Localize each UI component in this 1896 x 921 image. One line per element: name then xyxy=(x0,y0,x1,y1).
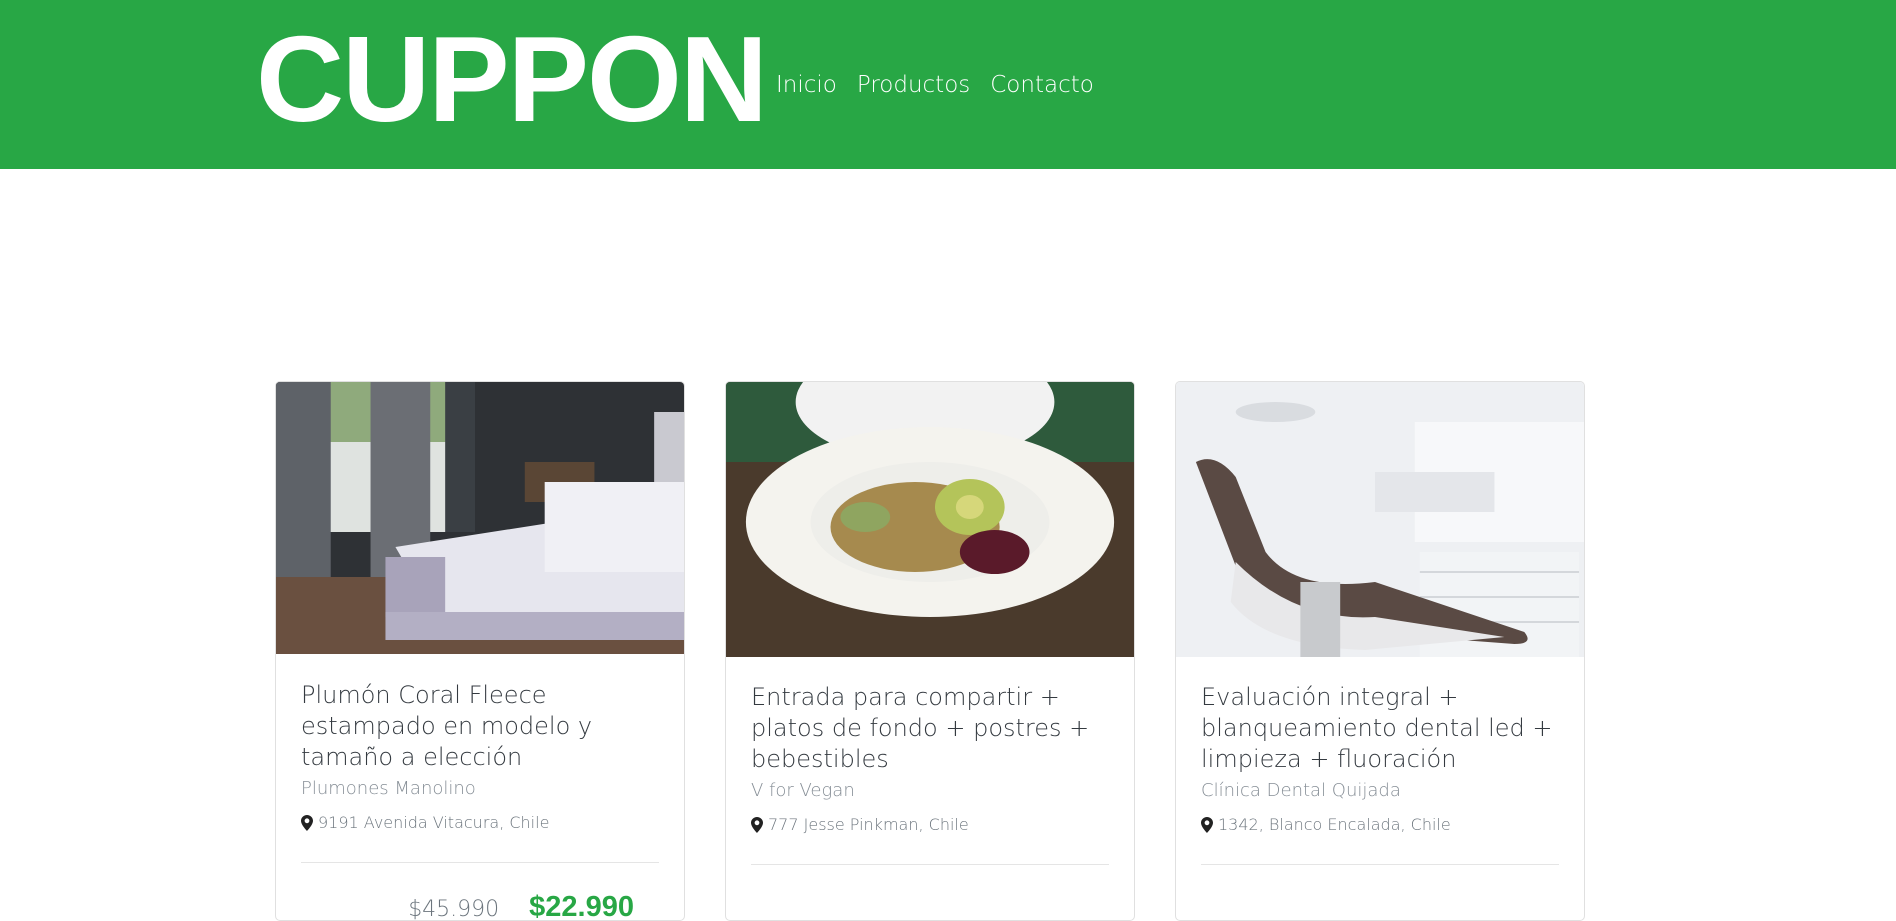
brand-logo[interactable]: CUPPON xyxy=(256,14,768,144)
product-title[interactable]: Evaluación integral + blanqueamiento den… xyxy=(1201,682,1559,775)
nav-link-productos[interactable]: Productos xyxy=(857,69,970,101)
product-image-food[interactable] xyxy=(726,382,1134,657)
map-pin-icon xyxy=(751,816,763,833)
card-divider xyxy=(751,864,1109,865)
food-photo xyxy=(726,382,1134,657)
site-header: CUPPON Inicio Productos Contacto xyxy=(0,0,1896,169)
product-card[interactable]: Plumón Coral Fleece estampado en modelo … xyxy=(275,381,685,921)
product-address: 777 Jesse Pinkman, Chile xyxy=(751,815,1109,834)
product-company: Plumones Manolino xyxy=(301,778,476,799)
dental-clinic-photo xyxy=(1176,382,1584,657)
map-pin-icon xyxy=(1201,816,1213,833)
product-title[interactable]: Entrada para compartir + platos de fondo… xyxy=(751,682,1109,775)
map-pin-icon xyxy=(301,814,313,831)
bedroom-photo xyxy=(276,382,684,654)
old-price: $45.990 xyxy=(408,897,500,921)
product-image-dental[interactable] xyxy=(1176,382,1584,657)
nav-link-contacto[interactable]: Contacto xyxy=(990,69,1094,101)
product-company: V for Vegan xyxy=(751,780,855,801)
card-divider xyxy=(301,862,659,863)
card-divider xyxy=(1201,864,1559,865)
product-card[interactable]: Entrada para compartir + platos de fondo… xyxy=(725,381,1135,921)
product-company: Clínica Dental Quijada xyxy=(1201,780,1401,801)
product-title[interactable]: Plumón Coral Fleece estampado en modelo … xyxy=(301,680,659,773)
address-text: 9191 Avenida Vitacura, Chile xyxy=(318,813,550,832)
address-text: 1342, Blanco Encalada, Chile xyxy=(1218,815,1451,834)
main-nav: Inicio Productos Contacto xyxy=(776,69,1114,101)
address-text: 777 Jesse Pinkman, Chile xyxy=(768,815,969,834)
product-image-bedroom[interactable] xyxy=(276,382,684,654)
product-address: 9191 Avenida Vitacura, Chile xyxy=(301,813,659,832)
nav-link-inicio[interactable]: Inicio xyxy=(776,69,837,101)
product-card[interactable]: Evaluación integral + blanqueamiento den… xyxy=(1175,381,1585,921)
product-address: 1342, Blanco Encalada, Chile xyxy=(1201,815,1559,834)
